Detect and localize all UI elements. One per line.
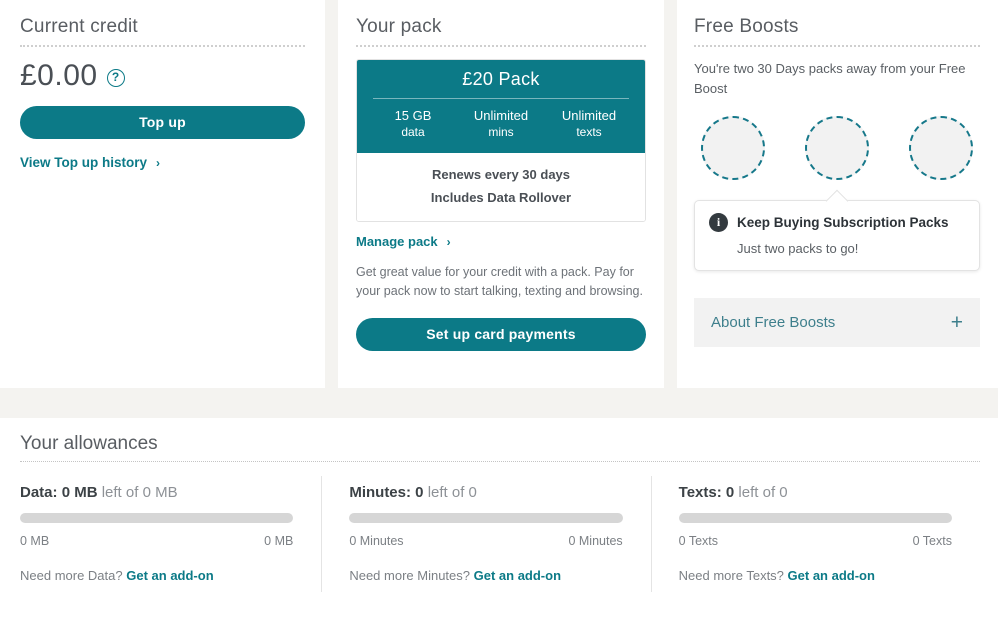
allowance-total: 0: [468, 484, 477, 501]
allowance-min-label: 0 Texts: [678, 534, 719, 548]
info-icon: i: [709, 213, 728, 232]
pack-feature-unit: mins: [488, 125, 514, 139]
view-topup-history-link[interactable]: View Top up history ›: [20, 155, 305, 170]
tooltip-body: Just two packs to go!: [737, 241, 859, 256]
allowance-label: Texts:: [678, 484, 722, 501]
allowance-middle: left of: [101, 484, 139, 501]
your-pack-panel: Your pack £20 Pack 15 GB data Unlimited …: [338, 0, 664, 388]
current-credit-title: Current credit: [20, 16, 138, 37]
pack-rollover-text: Includes Data Rollover: [430, 190, 572, 205]
your-pack-title: Your pack: [356, 16, 442, 37]
boost-circle: [909, 116, 973, 180]
pack-description: Get great value for your credit with a p…: [356, 265, 643, 298]
credit-amount-row: £0.00 ?: [20, 59, 305, 93]
boost-tooltip: i Keep Buying Subscription Packs Just tw…: [694, 200, 980, 271]
pack-feature: 15 GB data: [369, 107, 457, 141]
view-topup-history-label: View Top up history: [20, 155, 148, 170]
free-boosts-intro: You're two 30 Days packs away from your …: [694, 61, 966, 96]
allowance-need-text: Need more Texts?: [678, 568, 784, 583]
pack-card-header: £20 Pack 15 GB data Unlimited mins Unlim…: [357, 60, 645, 153]
pack-rule: [373, 98, 629, 99]
allowance-addon-row: Need more Data? Get an add-on: [20, 568, 293, 583]
allowance-max-label: 0 Texts: [912, 534, 952, 548]
get-addon-link[interactable]: Get an add-on: [126, 568, 213, 583]
set-up-card-payments-button[interactable]: Set up card payments: [356, 318, 646, 351]
allowance-heading: Data: 0 MB left of 0 MB: [20, 484, 293, 501]
chevron-right-icon: ›: [446, 234, 451, 249]
allowance-progress-bar: [678, 513, 952, 523]
allowance-label: Data:: [20, 484, 58, 501]
allowance-need-text: Need more Minutes?: [349, 568, 470, 583]
allowance-middle: left of: [427, 484, 465, 501]
pack-feature-value: Unlimited: [561, 108, 617, 123]
allowance-addon-row: Need more Minutes? Get an add-on: [349, 568, 622, 583]
allowance-total: 0 MB: [142, 484, 178, 501]
allowance-min-label: 0 MB: [20, 534, 50, 548]
allowance-remaining: 0: [725, 484, 735, 501]
boost-circle: [701, 116, 765, 180]
allowance-progress-bar: [20, 513, 294, 523]
allowance-max-label: 0 MB: [264, 534, 294, 548]
allowance-label: Minutes:: [349, 484, 411, 501]
tooltip-header: i Keep Buying Subscription Packs: [709, 213, 965, 232]
allowance-remaining: 0: [415, 484, 424, 501]
allowance-max-label: 0 Minutes: [568, 534, 623, 548]
pack-features: 15 GB data Unlimited mins Unlimited text…: [369, 107, 633, 141]
allowance-bar-labels: 0 Minutes 0 Minutes: [349, 534, 622, 548]
get-addon-link[interactable]: Get an add-on: [474, 568, 561, 583]
boost-circle: [805, 116, 869, 180]
free-boosts-title: Free Boosts: [694, 16, 799, 37]
pack-name: £20 Pack: [462, 69, 540, 89]
about-free-boosts-label: About Free Boosts: [711, 314, 836, 331]
your-allowances-section: Your allowances Data: 0 MB left of 0 MB …: [0, 418, 998, 631]
allowance-bar-labels: 0 MB 0 MB: [20, 534, 293, 548]
divider: [20, 45, 305, 47]
allowance-heading: Texts: 0 left of 0: [679, 484, 952, 501]
about-free-boosts-accordion[interactable]: About Free Boosts +: [694, 298, 980, 347]
allowance-min-label: 0 Minutes: [349, 534, 404, 548]
manage-pack-link[interactable]: Manage pack ›: [356, 234, 646, 249]
allowance-item-data: Data: 0 MB left of 0 MB 0 MB 0 MB Need m…: [20, 484, 321, 583]
get-addon-link[interactable]: Get an add-on: [788, 568, 875, 583]
manage-pack-label: Manage pack: [356, 234, 438, 249]
pack-card: £20 Pack 15 GB data Unlimited mins Unlim…: [356, 59, 646, 222]
allowance-progress-bar: [349, 513, 623, 523]
pack-feature: Unlimited mins: [457, 107, 545, 141]
allowance-heading: Minutes: 0 left of 0: [349, 484, 622, 501]
pack-feature-value: Unlimited: [473, 108, 529, 123]
tooltip-title: Keep Buying Subscription Packs: [737, 215, 949, 230]
pack-card-footer: Renews every 30 days Includes Data Rollo…: [357, 153, 645, 221]
pack-feature-unit: data: [401, 125, 425, 139]
free-boosts-panel: Free Boosts You're two 30 Days packs awa…: [677, 0, 998, 388]
divider: [356, 45, 646, 47]
allowance-item-minutes: Minutes: 0 left of 0 0 Minutes 0 Minutes…: [321, 476, 650, 592]
your-allowances-title: Your allowances: [20, 433, 158, 454]
credit-amount: £0.00: [20, 59, 98, 92]
pack-feature-value: 15 GB: [394, 108, 432, 123]
allowance-need-text: Need more Data?: [20, 568, 123, 583]
pack-renewal-text: Renews every 30 days: [431, 167, 571, 182]
allowance-total: 0: [779, 484, 788, 501]
allowance-addon-row: Need more Texts? Get an add-on: [679, 568, 952, 583]
pack-feature-unit: texts: [576, 125, 602, 139]
question-mark-icon[interactable]: ?: [106, 69, 125, 87]
panel-gap: [664, 0, 677, 388]
allowance-bar-labels: 0 Texts 0 Texts: [679, 534, 952, 548]
divider: [20, 461, 980, 462]
allowance-middle: left of: [738, 484, 776, 501]
allowance-remaining: 0 MB: [61, 484, 98, 501]
allowance-item-texts: Texts: 0 left of 0 0 Texts 0 Texts Need …: [650, 476, 980, 592]
divider: [694, 45, 980, 47]
chevron-right-icon: ›: [156, 155, 161, 170]
plus-icon: +: [950, 311, 963, 334]
boost-progress-circles: [701, 116, 973, 180]
top-up-button[interactable]: Top up: [20, 106, 305, 139]
current-credit-panel: Current credit £0.00 ? Top up View Top u…: [0, 0, 325, 388]
allowance-columns: Data: 0 MB left of 0 MB 0 MB 0 MB Need m…: [20, 476, 980, 592]
pack-feature: Unlimited texts: [545, 107, 633, 141]
panel-gap: [325, 0, 338, 388]
dashboard-top-row: Current credit £0.00 ? Top up View Top u…: [0, 0, 998, 388]
